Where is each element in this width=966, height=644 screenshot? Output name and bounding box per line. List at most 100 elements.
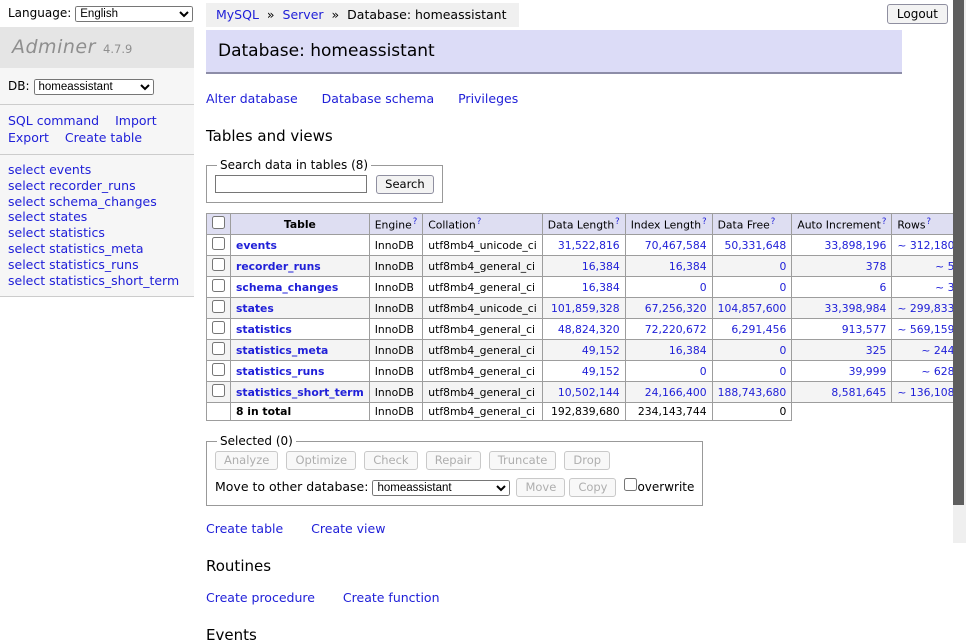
overwrite-checkbox[interactable] — [624, 478, 637, 491]
index-length-cell: 70,467,584 — [625, 235, 712, 256]
export-link[interactable]: Export — [8, 130, 49, 145]
data-length-cell: 49,152 — [542, 361, 625, 382]
sidebar-divider — [0, 296, 194, 297]
table-link-events[interactable]: events — [236, 239, 277, 252]
table-link-recorder-runs[interactable]: recorder_runs — [236, 260, 321, 273]
row-checkbox[interactable] — [212, 279, 225, 292]
table-row: events InnoDB utf8mb4_unicode_ci 31,522,… — [207, 235, 966, 256]
table-link-schema-changes[interactable]: schema_changes — [236, 281, 338, 294]
row-checkbox[interactable] — [212, 363, 225, 376]
row-checkbox[interactable] — [212, 300, 225, 313]
database-schema-link[interactable]: Database schema — [322, 91, 434, 106]
create-procedure-link[interactable]: Create procedure — [206, 590, 315, 605]
engine-help-icon[interactable]: ? — [413, 217, 418, 227]
language-select[interactable]: English — [75, 6, 193, 22]
sidebar-item-select-statistics-meta[interactable]: select statistics_meta — [8, 241, 186, 257]
data-length-cell: 16,384 — [542, 277, 625, 298]
collation-help-icon[interactable]: ? — [477, 217, 482, 227]
sidebar-item-select-events[interactable]: select events — [8, 162, 186, 178]
select-all-checkbox[interactable] — [212, 216, 225, 229]
breadcrumb-server-link[interactable]: Server — [283, 7, 324, 22]
logout-button[interactable]: Logout — [887, 4, 948, 24]
sql-command-link[interactable]: SQL command — [8, 113, 99, 128]
row-checkbox[interactable] — [212, 237, 225, 250]
table-link-statistics-meta[interactable]: statistics_meta — [236, 344, 328, 357]
check-button[interactable]: Check — [364, 451, 417, 470]
row-checkbox[interactable] — [212, 321, 225, 334]
copy-button[interactable]: Copy — [569, 478, 616, 497]
data-length-help-icon[interactable]: ? — [615, 217, 620, 227]
sidebar-item-select-statistics[interactable]: select statistics — [8, 225, 186, 241]
sidebar-table-links: select events select recorder_runs selec… — [0, 155, 194, 296]
col-table: Table — [231, 214, 370, 235]
scrollbar-thumb[interactable] — [953, 0, 964, 505]
table-link-states[interactable]: states — [236, 302, 274, 315]
row-checkbox[interactable] — [212, 258, 225, 271]
tables-and-views-heading: Tables and views — [206, 127, 902, 145]
auto-increment-help-icon[interactable]: ? — [882, 217, 887, 227]
repair-button[interactable]: Repair — [426, 451, 481, 470]
move-button[interactable]: Move — [516, 478, 565, 497]
auto-increment-cell: 33,398,984 — [792, 298, 892, 319]
sidebar-item-select-schema-changes[interactable]: select schema_changes — [8, 194, 186, 210]
table-link-statistics[interactable]: statistics — [236, 323, 292, 336]
rows-cell: ~ 136,108 — [892, 382, 960, 403]
move-db-select[interactable]: homeassistant — [372, 480, 510, 496]
auto-increment-cell: 33,898,196 — [792, 235, 892, 256]
alter-database-link[interactable]: Alter database — [206, 91, 298, 106]
engine-cell: InnoDB — [369, 277, 423, 298]
routine-create-links: Create procedure Create function — [206, 590, 902, 605]
auto-increment-cell: 6 — [792, 277, 892, 298]
sidebar: Language:English Adminer 4.7.9 DB:homeas… — [0, 0, 194, 543]
col-rows: Rows? — [892, 214, 960, 235]
data-free-cell: 6,291,456 — [712, 319, 792, 340]
page-title: Database: homeassistant — [206, 30, 902, 74]
privileges-link[interactable]: Privileges — [458, 91, 518, 106]
sidebar-item-select-statistics-short-term[interactable]: select statistics_short_term — [8, 273, 186, 289]
search-legend: Search data in tables (8) — [217, 158, 371, 172]
truncate-button[interactable]: Truncate — [489, 451, 557, 470]
table-row: statistics_runs InnoDB utf8mb4_general_c… — [207, 361, 966, 382]
auto-increment-cell: 913,577 — [792, 319, 892, 340]
data-free-help-icon[interactable]: ? — [771, 217, 776, 227]
table-link-statistics-runs[interactable]: statistics_runs — [236, 365, 324, 378]
optimize-button[interactable]: Optimize — [286, 451, 356, 470]
row-checkbox[interactable] — [212, 342, 225, 355]
analyze-button[interactable]: Analyze — [215, 451, 278, 470]
index-length-cell: 24,166,400 — [625, 382, 712, 403]
total-data-length: 192,839,680 — [542, 403, 625, 421]
table-link-statistics-short-term[interactable]: statistics_short_term — [236, 386, 364, 399]
db-select[interactable]: homeassistant — [34, 79, 154, 95]
index-length-cell: 16,384 — [625, 256, 712, 277]
app-brand: Adminer 4.7.9 — [0, 27, 194, 68]
create-view-link[interactable]: Create view — [311, 521, 385, 536]
selected-fieldset: Selected (0) Analyze Optimize Check Repa… — [206, 434, 703, 506]
create-table-link[interactable]: Create table — [206, 521, 283, 536]
overwrite-option[interactable]: overwrite — [624, 480, 694, 494]
sidebar-item-select-states[interactable]: select states — [8, 209, 186, 225]
drop-button[interactable]: Drop — [564, 451, 610, 470]
data-free-cell: 50,331,648 — [712, 235, 792, 256]
data-length-cell: 49,152 — [542, 340, 625, 361]
sidebar-item-select-statistics-runs[interactable]: select statistics_runs — [8, 257, 186, 273]
rows-help-icon[interactable]: ? — [926, 217, 931, 227]
language-row: Language: English — [0, 0, 194, 27]
create-table-link-sidebar[interactable]: Create table — [65, 130, 142, 145]
col-data-free: Data Free? — [712, 214, 792, 235]
language-label: Language: — [8, 6, 71, 20]
data-free-cell: 0 — [712, 340, 792, 361]
selected-actions: Analyze Optimize Check Repair Truncate D… — [215, 451, 694, 470]
page-scrollbar[interactable] — [953, 0, 966, 543]
search-input[interactable] — [215, 175, 367, 193]
index-length-help-icon[interactable]: ? — [702, 217, 707, 227]
rows-cell: ~ 3 — [892, 277, 960, 298]
engine-cell: InnoDB — [369, 382, 423, 403]
breadcrumb-mysql-link[interactable]: MySQL — [216, 7, 259, 22]
row-checkbox[interactable] — [212, 384, 225, 397]
search-button[interactable]: Search — [376, 175, 434, 194]
total-engine: InnoDB — [369, 403, 423, 421]
table-row: states InnoDB utf8mb4_unicode_ci 101,859… — [207, 298, 966, 319]
import-link[interactable]: Import — [115, 113, 157, 128]
create-function-link[interactable]: Create function — [343, 590, 440, 605]
sidebar-item-select-recorder-runs[interactable]: select recorder_runs — [8, 178, 186, 194]
